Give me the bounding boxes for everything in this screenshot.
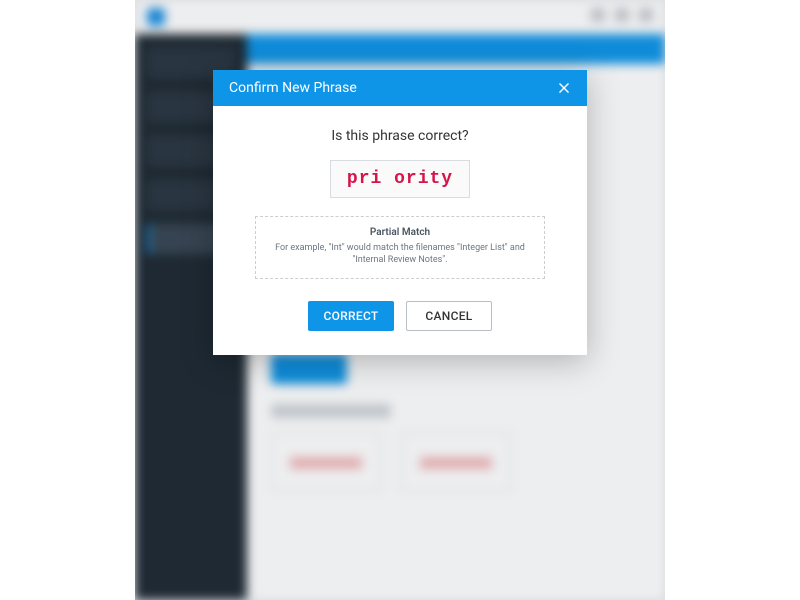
phrase-preview: pri ority (330, 160, 470, 198)
app-window: Confirm New Phrase Is this phrase correc… (135, 0, 665, 600)
hint-title: Partial Match (270, 227, 530, 238)
partial-match-hint: Partial Match For example, "Int" would m… (255, 216, 545, 279)
close-icon[interactable] (553, 77, 575, 99)
hint-text: For example, "Int" would match the filen… (270, 242, 530, 266)
confirm-phrase-modal: Confirm New Phrase Is this phrase correc… (213, 70, 587, 355)
modal-actions: CORRECT CANCEL (237, 301, 563, 331)
cancel-button[interactable]: CANCEL (406, 301, 492, 331)
modal-overlay: Confirm New Phrase Is this phrase correc… (135, 0, 665, 600)
modal-question: Is this phrase correct? (237, 128, 563, 144)
modal-body: Is this phrase correct? pri ority Partia… (213, 106, 587, 355)
modal-header: Confirm New Phrase (213, 70, 587, 106)
correct-button[interactable]: CORRECT (308, 301, 394, 331)
modal-title: Confirm New Phrase (229, 80, 553, 96)
